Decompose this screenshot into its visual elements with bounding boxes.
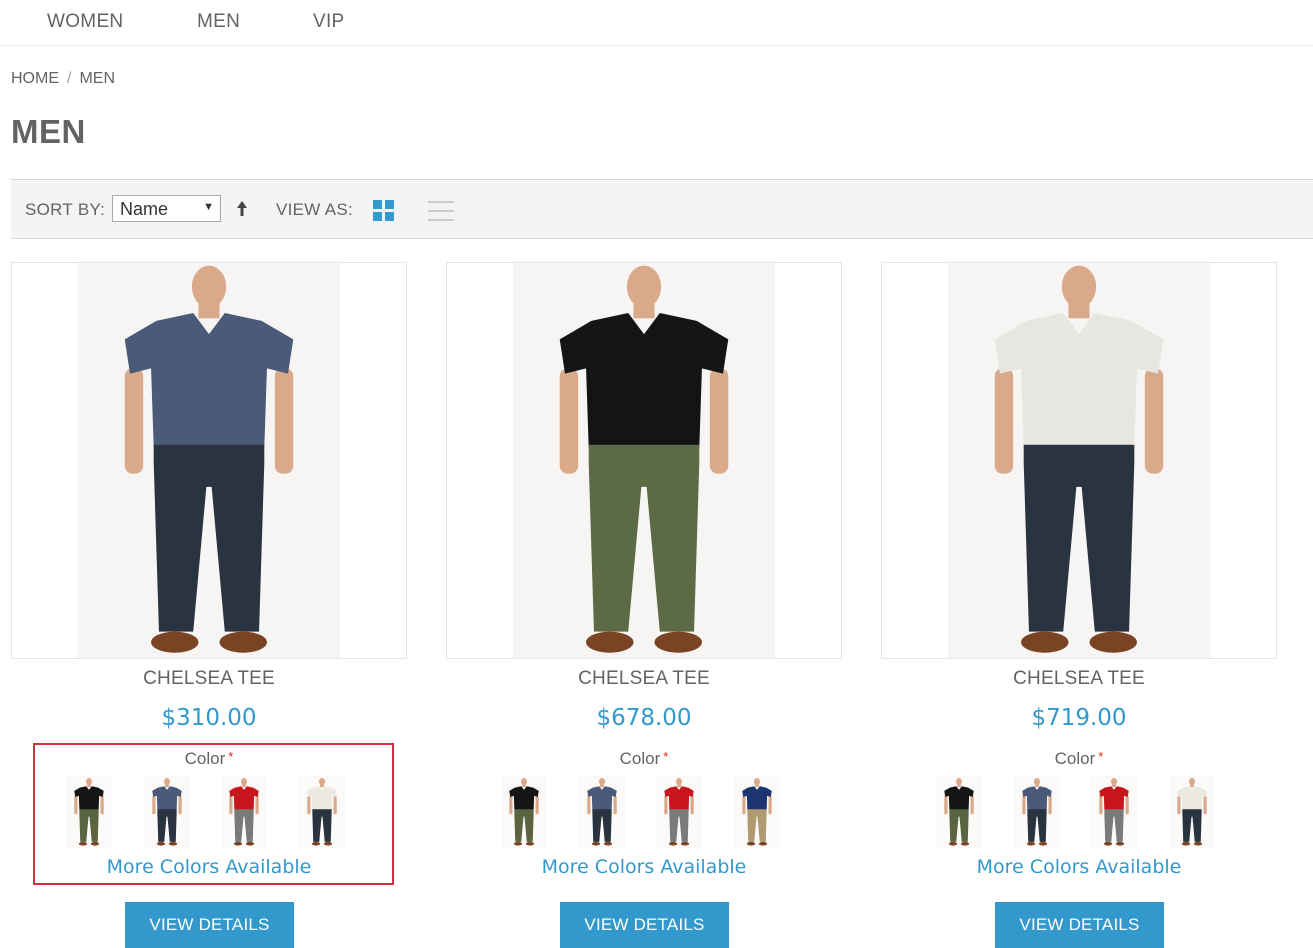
sort-select[interactable]: Name ▼ xyxy=(112,195,221,222)
model-figure xyxy=(124,265,294,653)
product-price: $678.00 xyxy=(596,705,692,731)
more-colors-link[interactable]: More Colors Available xyxy=(881,856,1277,878)
sort-select-value: Name xyxy=(120,199,169,219)
list-view-icon[interactable] xyxy=(428,200,454,222)
required-asterisk: * xyxy=(663,749,669,764)
color-swatch[interactable] xyxy=(144,776,190,848)
sort-by-label: SORT BY: xyxy=(25,200,106,219)
view-as-label: VIEW AS: xyxy=(276,200,354,219)
breadcrumb-separator: / xyxy=(67,70,72,87)
color-swatch[interactable] xyxy=(299,776,345,848)
nav-item-men[interactable]: MEN xyxy=(197,11,240,33)
color-swatch[interactable] xyxy=(221,776,267,848)
view-details-button[interactable]: VIEW DETAILS xyxy=(560,902,729,948)
more-colors-link[interactable]: More Colors Available xyxy=(446,856,842,878)
required-asterisk: * xyxy=(228,749,234,764)
chevron-down-icon: ▼ xyxy=(203,201,214,213)
product-image[interactable] xyxy=(446,262,842,659)
color-label: Color * xyxy=(11,749,407,769)
sort-direction-arrow-icon[interactable] xyxy=(236,199,248,217)
product-name[interactable]: CHELSEA TEE xyxy=(11,668,407,690)
required-asterisk: * xyxy=(1098,749,1104,764)
model-figure xyxy=(994,265,1164,653)
color-swatch[interactable] xyxy=(66,776,112,848)
color-label: Color * xyxy=(446,749,842,769)
view-details-button[interactable]: VIEW DETAILS xyxy=(995,902,1164,948)
more-colors-link[interactable]: More Colors Available xyxy=(11,856,407,878)
grid-view-icon[interactable] xyxy=(373,200,395,222)
color-swatch[interactable] xyxy=(1169,776,1215,848)
page-title: MEN xyxy=(11,113,86,150)
color-swatch[interactable] xyxy=(1014,776,1060,848)
color-label: Color * xyxy=(881,749,1277,769)
product-price: $719.00 xyxy=(1031,705,1127,731)
color-swatch[interactable] xyxy=(501,776,547,848)
breadcrumb-current: MEN xyxy=(79,70,116,87)
breadcrumb-home-link[interactable]: HOME xyxy=(11,70,59,87)
product-image[interactable] xyxy=(11,262,407,659)
product-price: $310.00 xyxy=(161,705,257,731)
view-details-button[interactable]: VIEW DETAILS xyxy=(125,902,294,948)
color-swatch[interactable] xyxy=(656,776,702,848)
top-navigation: WOMEN MEN VIP xyxy=(0,0,1313,46)
model-figure xyxy=(559,265,729,653)
sort-toolbar: SORT BY: Name ▼ VIEW AS: xyxy=(11,179,1313,239)
color-swatch[interactable] xyxy=(579,776,625,848)
product-image[interactable] xyxy=(881,262,1277,659)
color-label-text: Color xyxy=(619,749,661,768)
color-label-text: Color xyxy=(184,749,226,768)
color-swatch[interactable] xyxy=(734,776,780,848)
color-swatch[interactable] xyxy=(1091,776,1137,848)
product-name[interactable]: CHELSEA TEE xyxy=(446,668,842,690)
breadcrumb: HOME / MEN xyxy=(11,70,115,88)
product-name[interactable]: CHELSEA TEE xyxy=(881,668,1277,690)
color-swatch[interactable] xyxy=(936,776,982,848)
nav-item-women[interactable]: WOMEN xyxy=(47,11,123,33)
color-label-text: Color xyxy=(1054,749,1096,768)
nav-item-vip[interactable]: VIP xyxy=(313,11,345,33)
